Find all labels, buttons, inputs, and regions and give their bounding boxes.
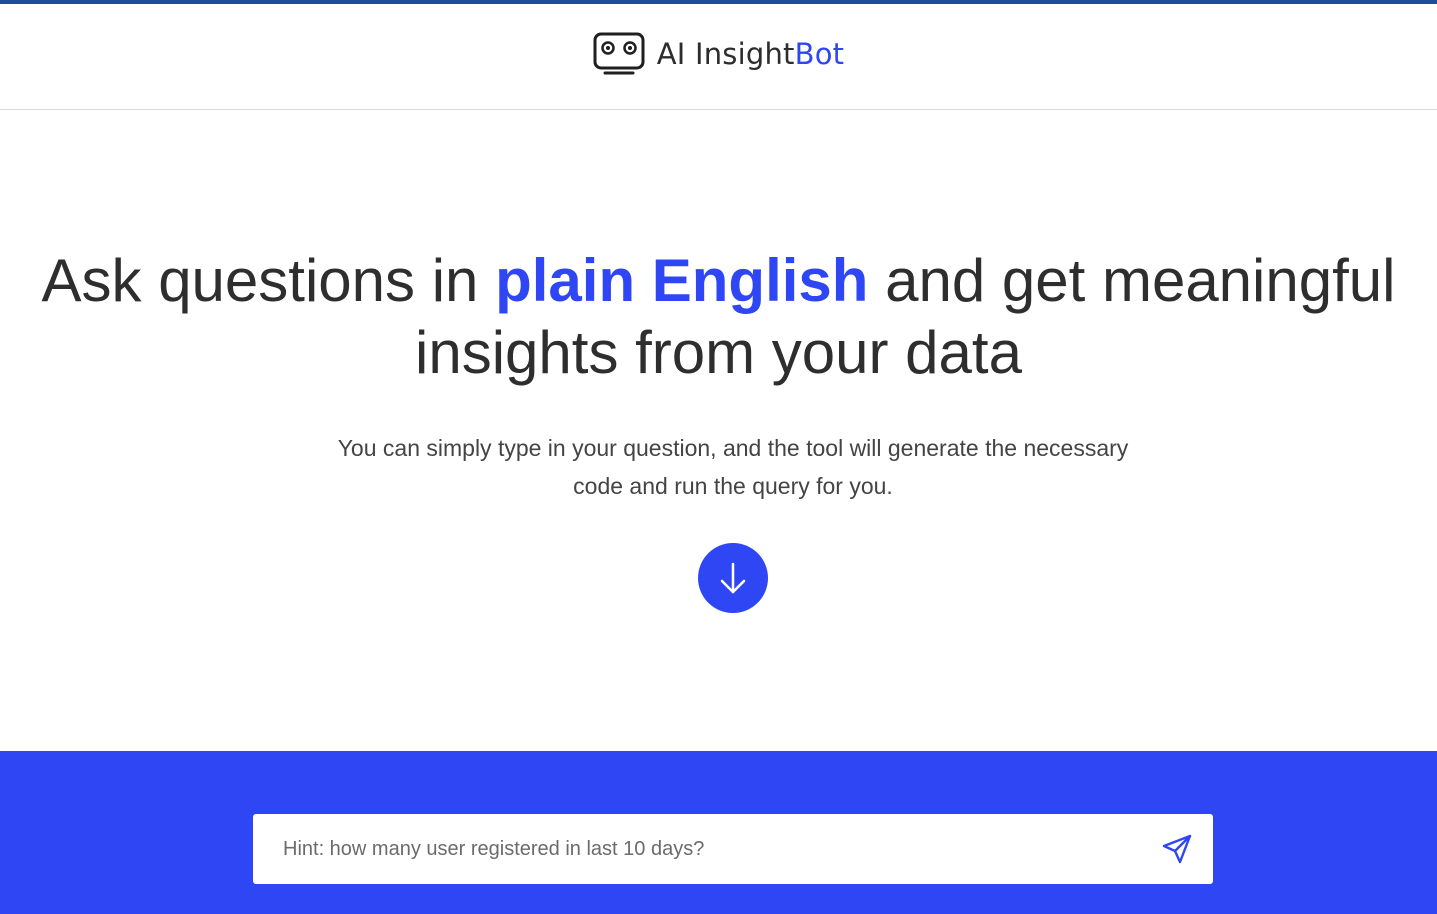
hero-section: Ask questions in plain English and get m… — [0, 110, 1437, 751]
site-header: AI InsightBot — [0, 4, 1437, 110]
query-section — [0, 751, 1437, 914]
headline-part1: Ask questions in — [41, 247, 496, 314]
brand-name-suffix: Bot — [794, 36, 845, 71]
question-input[interactable] — [253, 814, 1143, 884]
robot-face-icon — [593, 32, 645, 74]
query-box — [253, 814, 1213, 884]
hero-headline: Ask questions in plain English and get m… — [0, 245, 1437, 389]
brand-logo[interactable]: AI InsightBot — [593, 32, 844, 76]
arrow-down-icon — [720, 562, 746, 594]
scroll-down-button[interactable] — [698, 543, 768, 613]
brand-name-prefix: AI Insight — [656, 36, 795, 71]
send-icon — [1162, 834, 1192, 864]
headline-highlight: plain English — [495, 247, 869, 314]
brand-name: AI InsightBot — [657, 37, 844, 71]
send-button[interactable] — [1159, 831, 1195, 867]
hero-subtext: You can simply type in your question, an… — [337, 435, 1129, 499]
